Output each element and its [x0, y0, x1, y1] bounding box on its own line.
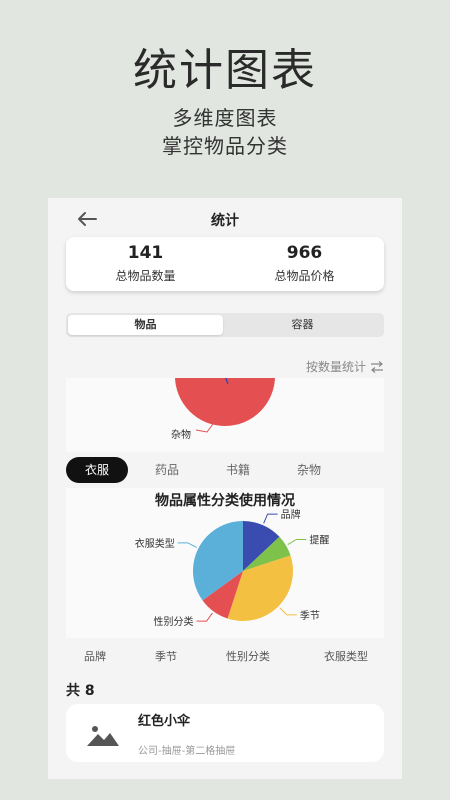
- stats-card: 141 总物品数量 966 总物品价格: [66, 237, 384, 291]
- attr-tab-clothing-type[interactable]: 衣服类型: [324, 648, 368, 664]
- category-pie-svg: [175, 378, 275, 433]
- image-placeholder-icon: [87, 726, 119, 746]
- swap-arrows-icon: [371, 360, 383, 373]
- attribute-pie-svg: 品牌提醒季节 性别分类 衣服类型: [135, 508, 330, 628]
- pie-label-leader: [279, 607, 297, 616]
- pie-slice-label: 衣服类型: [135, 537, 175, 550]
- tab-category-medicine[interactable]: 药品: [152, 457, 182, 483]
- segmented-control: 物品 容器: [66, 313, 384, 337]
- total-price-label: 总物品价格: [274, 269, 335, 283]
- pie-label-leader: [195, 423, 214, 433]
- pie-label-leader: [196, 612, 213, 622]
- tab-category-clothes[interactable]: 衣服: [66, 457, 128, 483]
- tab-category-misc[interactable]: 杂物: [294, 457, 324, 483]
- pie-slice-label: 杂物: [171, 430, 191, 441]
- pie-slice-label: 提醒: [309, 534, 329, 546]
- category-tabs: 衣服 药品 书籍 杂物: [66, 457, 384, 483]
- item-location: 公司-抽屉-第二格抽屉: [138, 746, 236, 757]
- total-price-value: 966: [286, 243, 323, 263]
- pie-slice-label: 性别分类: [154, 615, 194, 628]
- total-price-stat: 966 总物品价格: [225, 241, 384, 284]
- stat-mode-label: 按数量统计: [305, 360, 366, 374]
- tab-containers[interactable]: 容器: [225, 315, 380, 335]
- attribute-tabs: 品牌 季节 性别分类 衣服类型: [66, 648, 384, 666]
- page-title: 统计: [211, 213, 239, 229]
- attr-tab-season[interactable]: 季节: [155, 648, 177, 664]
- category-pie-chart: 杂物: [66, 378, 384, 452]
- pie-label-leader: [263, 513, 278, 524]
- phone-screen: 统计 141 总物品数量 966 总物品价格 物品 容器 按数量统计 杂物 衣服…: [48, 198, 402, 779]
- attribute-pie-chart: 物品属性分类使用情况 品牌 提醒 季节 性别分类 衣服类型: [66, 488, 384, 638]
- attr-tab-gender[interactable]: 性别分类: [226, 648, 270, 664]
- total-count-value: 141: [127, 243, 164, 263]
- total-count-label: 总物品数量: [115, 269, 176, 283]
- hero-title: 统计图表: [133, 45, 317, 96]
- tab-items[interactable]: 物品: [68, 315, 223, 335]
- tab-category-books[interactable]: 书籍: [223, 457, 253, 483]
- list-item[interactable]: 红色小伞 公司-抽屉-第二格抽屉: [66, 704, 384, 762]
- item-count: 共 8: [66, 683, 95, 699]
- nav-bar: 统计: [48, 198, 402, 240]
- item-name: 红色小伞: [138, 714, 191, 729]
- hero-subtitle-1: 多维度图表: [172, 106, 278, 130]
- pie-slice-zawu: [175, 378, 275, 426]
- pie-slice-label: 季节: [300, 610, 320, 622]
- hero-subtitle-2: 掌控物品分类: [162, 134, 288, 158]
- pie-slice-label: 品牌: [281, 508, 301, 521]
- attr-tab-brand[interactable]: 品牌: [84, 648, 106, 664]
- total-count-stat: 141 总物品数量: [66, 241, 225, 284]
- pie-label-leader: [177, 542, 197, 548]
- pie-label-leader: [287, 538, 307, 545]
- stat-mode-toggle[interactable]: 按数量统计: [306, 358, 384, 375]
